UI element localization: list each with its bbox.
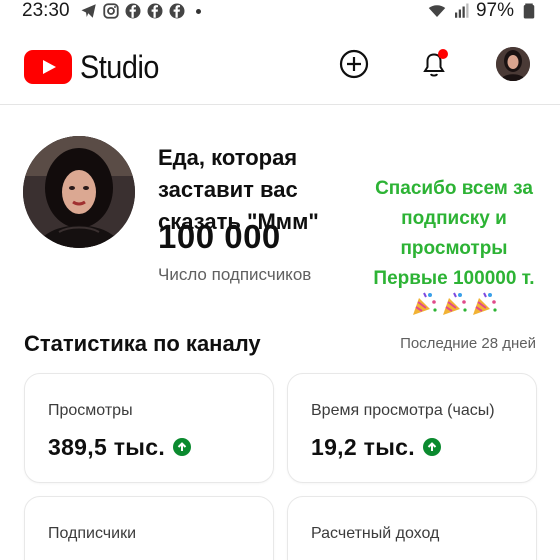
youtube-logo-icon	[24, 50, 72, 84]
facebook-icon	[125, 3, 141, 19]
header-divider	[0, 104, 560, 105]
logo-text: Studio	[80, 49, 159, 85]
battery-percent: 97%	[475, 0, 514, 21]
channel-avatar[interactable]	[23, 136, 135, 248]
bell-icon	[423, 49, 448, 77]
stat-card-watch-time[interactable]: Время просмотра (часы) 19,2 тыс.	[287, 373, 537, 483]
party-popper-group	[410, 290, 498, 318]
trend-up-icon	[422, 438, 441, 456]
dot-icon	[196, 8, 201, 14]
notification-icons	[80, 2, 201, 20]
wifi-icon	[428, 5, 446, 17]
card-label: Подписчики	[48, 525, 137, 542]
party-popper-icon	[443, 292, 467, 315]
overlay-line: подписку и	[401, 208, 507, 229]
facebook-icon	[169, 3, 185, 19]
account-avatar[interactable]	[496, 47, 530, 81]
card-value-row: 19,2 тыс.	[311, 432, 441, 462]
signal-icon	[454, 3, 469, 18]
trend-up-icon	[173, 438, 192, 456]
notifications-button[interactable]	[416, 46, 452, 82]
card-value: 389,5 тыс.	[48, 434, 166, 460]
system-indicators: 97%	[428, 0, 538, 22]
card-label: Расчетный доход	[311, 525, 440, 542]
app-header: Studio	[0, 38, 560, 94]
status-time: 23:30	[22, 0, 70, 21]
telegram-icon	[81, 4, 96, 18]
subscriber-label: Число подписчиков	[158, 265, 312, 284]
youtube-studio-logo[interactable]: Studio	[24, 50, 168, 84]
status-bar: 23:30 97%	[0, 0, 560, 24]
party-popper-icon	[473, 292, 497, 315]
create-icon	[339, 49, 369, 79]
party-popper-icon	[413, 292, 437, 315]
battery-icon	[523, 3, 535, 19]
stats-period[interactable]: Последние 28 дней	[400, 334, 536, 354]
stat-card-revenue[interactable]: Расчетный доход	[287, 496, 537, 560]
stats-title: Статистика по каналу	[24, 331, 261, 356]
card-label: Просмотры	[48, 402, 133, 419]
overlay-line: просмотры	[400, 238, 508, 259]
overlay-line: Спасибо всем за	[375, 178, 533, 199]
card-value: 19,2 тыс.	[311, 434, 415, 460]
stat-card-subscribers[interactable]: Подписчики	[24, 496, 274, 560]
create-button[interactable]	[336, 46, 372, 82]
notification-dot	[438, 49, 448, 59]
facebook-icon	[147, 3, 163, 19]
subscriber-count: 100 000	[158, 218, 281, 255]
instagram-icon	[103, 3, 119, 19]
stat-card-views[interactable]: Просмотры 389,5 тыс.	[24, 373, 274, 483]
card-value-row: 389,5 тыс.	[48, 432, 192, 462]
thank-you-overlay: Спасибо всем за подписку и просмотры Пер…	[348, 174, 560, 294]
card-label: Время просмотра (часы)	[311, 402, 495, 419]
